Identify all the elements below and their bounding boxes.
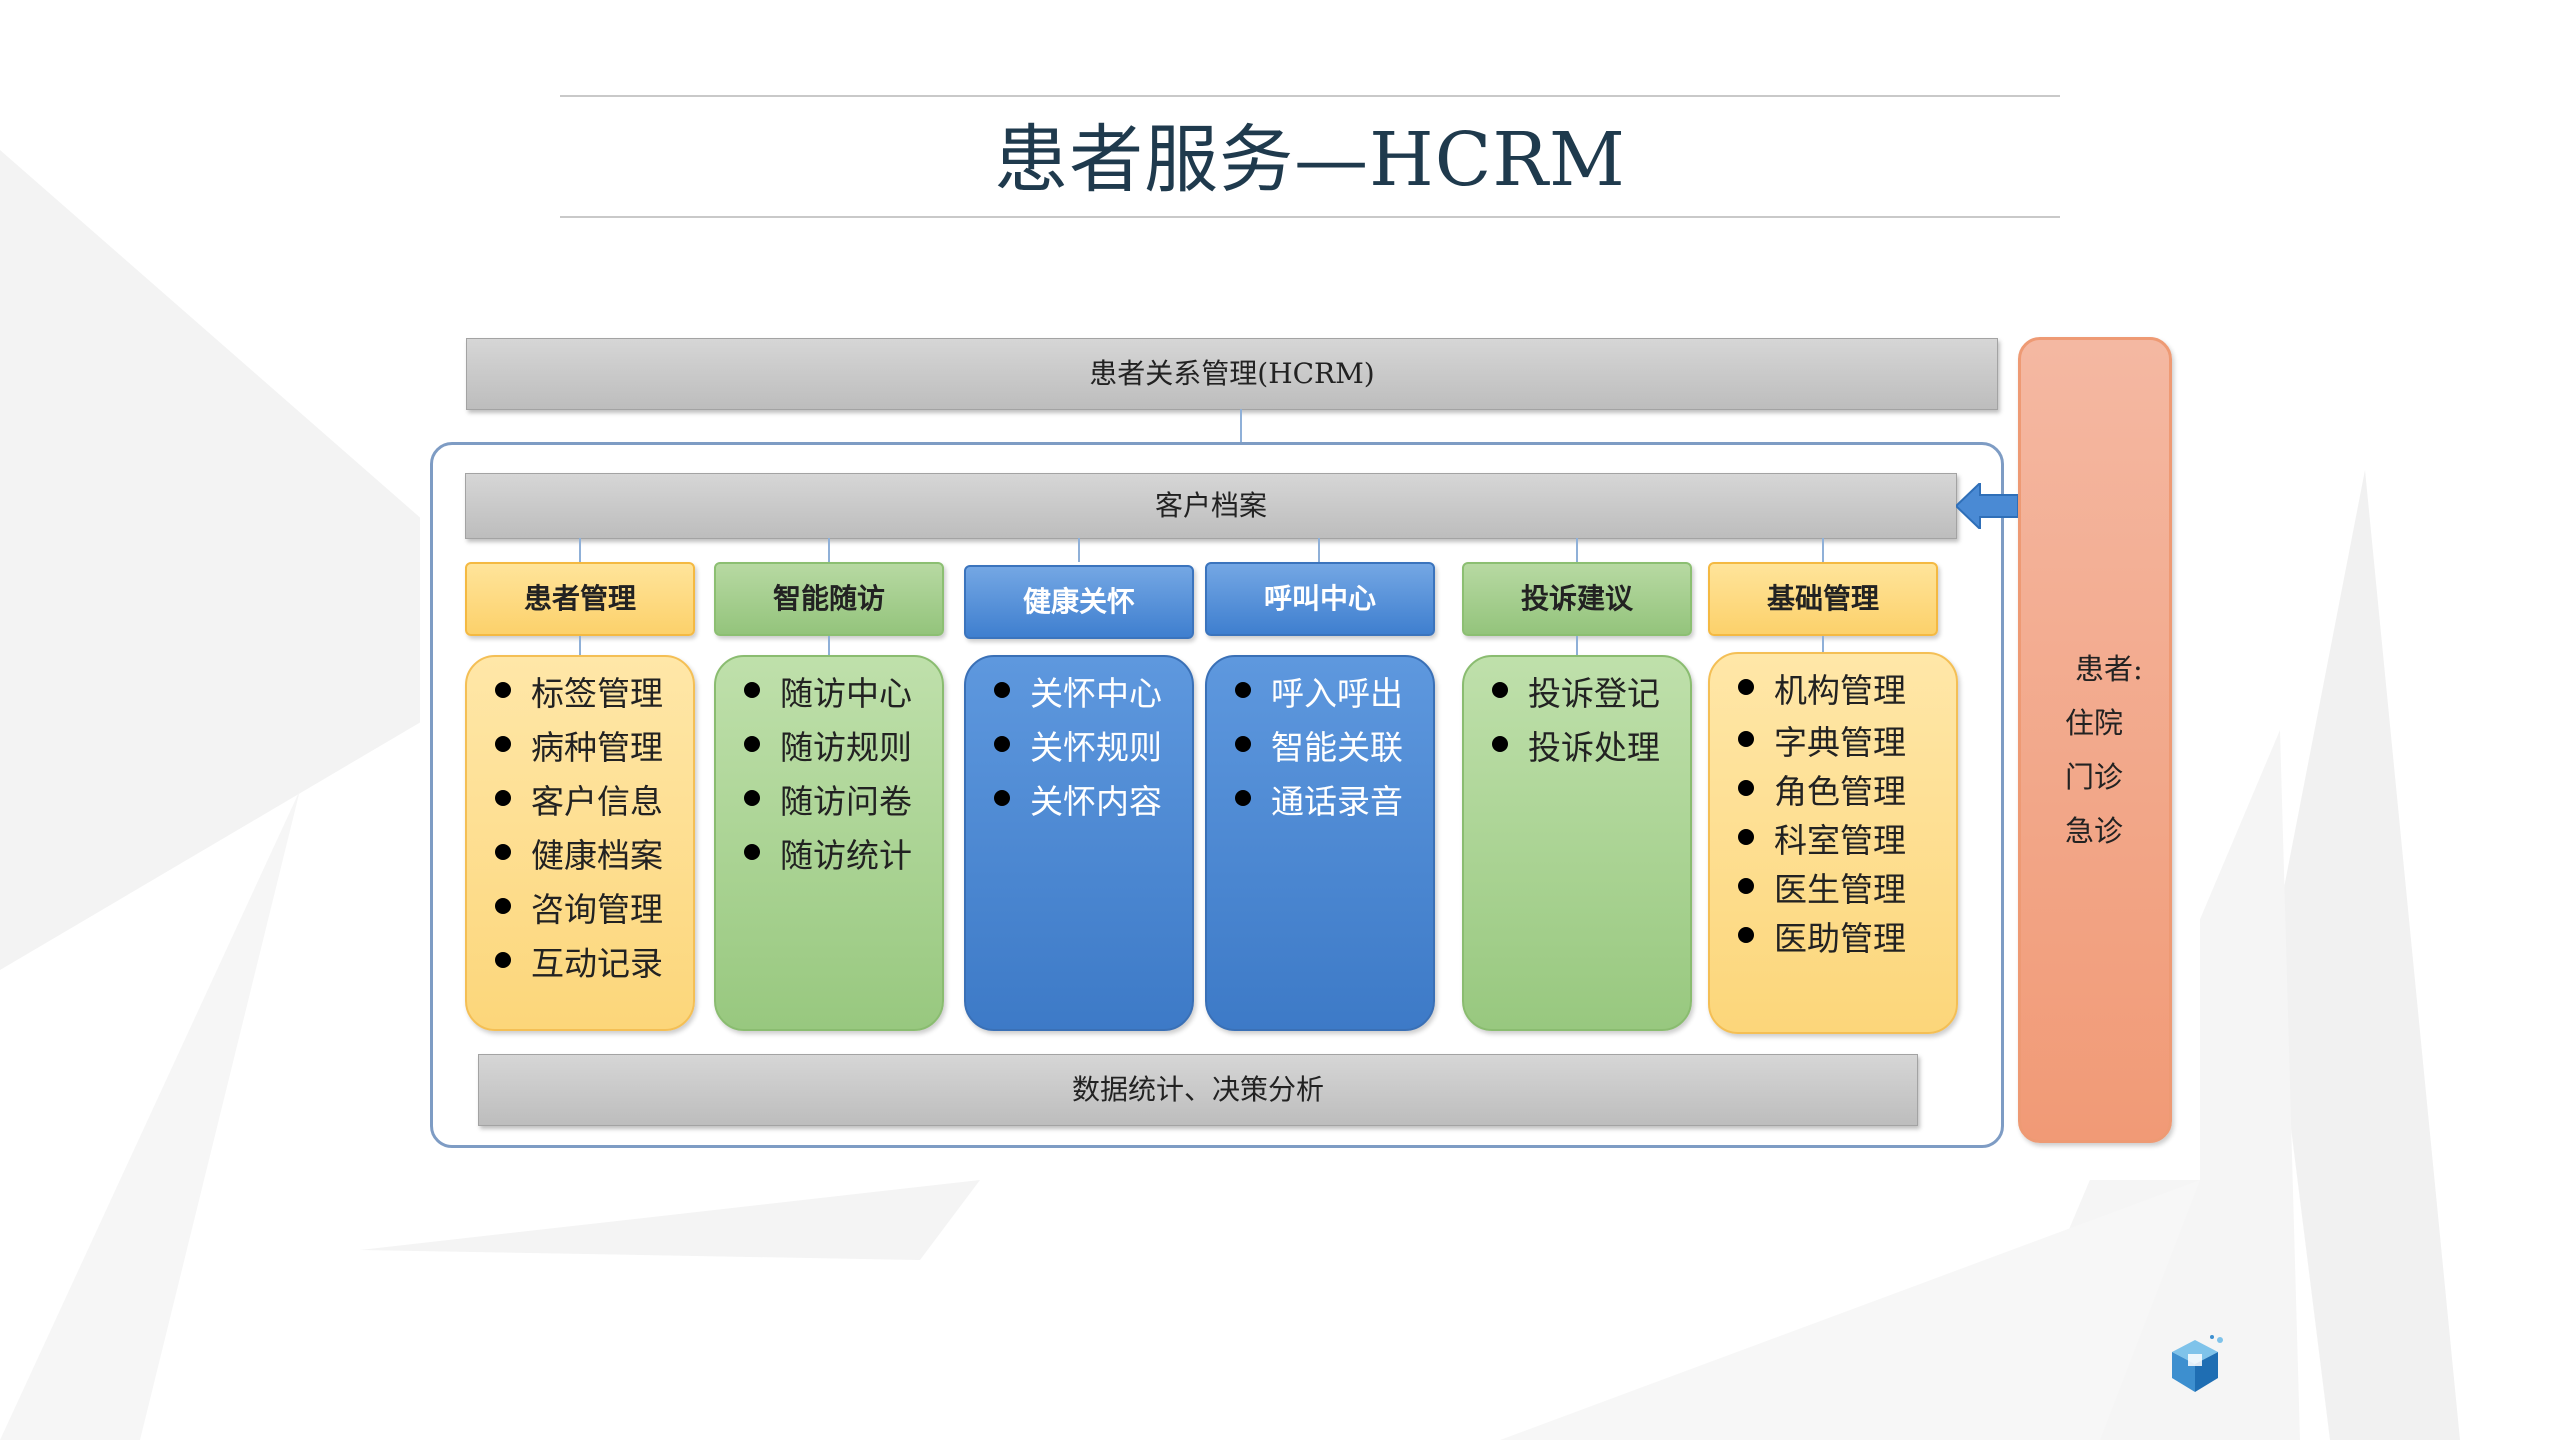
bullet-icon bbox=[495, 736, 511, 752]
column-header-complaints: 投诉建议 bbox=[1462, 562, 1692, 636]
list-item: 医助管理 bbox=[1738, 914, 1956, 963]
column-body-smart-followup: 随访中心 随访规则 随访问卷 随访统计 bbox=[714, 655, 944, 1031]
list-item: 投诉登记 bbox=[1492, 667, 1690, 721]
cube-logo-icon bbox=[2172, 1335, 2223, 1392]
bullet-icon bbox=[495, 952, 511, 968]
patient-type-list: 患者: 住院 门诊 急诊 bbox=[2065, 642, 2143, 858]
bullet-icon bbox=[1235, 736, 1251, 752]
connector-col-2 bbox=[828, 538, 830, 562]
list-item: 随访中心 bbox=[744, 667, 942, 721]
column-header-basic-management: 基础管理 bbox=[1708, 562, 1938, 636]
bullet-icon bbox=[994, 736, 1010, 752]
list-item: 投诉处理 bbox=[1492, 721, 1690, 775]
list-item: 客户信息 bbox=[495, 775, 693, 829]
list-item: 互动记录 bbox=[495, 937, 693, 991]
bullet-icon bbox=[744, 844, 760, 860]
column-body-complaints: 投诉登记 投诉处理 bbox=[1462, 655, 1692, 1031]
connector-col-5 bbox=[1576, 538, 1578, 562]
bullet-icon bbox=[1492, 736, 1508, 752]
bullet-icon bbox=[1492, 682, 1508, 698]
list-item: 咨询管理 bbox=[495, 883, 693, 937]
list-item: 智能关联 bbox=[1235, 721, 1433, 775]
column-header-patient-management: 患者管理 bbox=[465, 562, 695, 636]
connector-col-3 bbox=[1078, 538, 1080, 562]
connector-body-1 bbox=[579, 636, 581, 656]
bullet-icon bbox=[994, 790, 1010, 806]
connector-body-2 bbox=[828, 636, 830, 656]
list-item: 关怀内容 bbox=[994, 775, 1192, 829]
bullet-icon bbox=[1738, 829, 1754, 845]
bullet-icon bbox=[994, 682, 1010, 698]
bullet-icon bbox=[1235, 682, 1251, 698]
patient-type-item: 住院 bbox=[2065, 706, 2124, 740]
column-header-health-care: 健康关怀 bbox=[964, 565, 1194, 639]
list-item: 健康档案 bbox=[495, 829, 693, 883]
column-header-smart-followup: 智能随访 bbox=[714, 562, 944, 636]
patient-type-item: 门诊 bbox=[2065, 760, 2124, 794]
column-body-call-center: 呼入呼出 智能关联 通话录音 bbox=[1205, 655, 1435, 1031]
list-item: 随访规则 bbox=[744, 721, 942, 775]
list-item: 病种管理 bbox=[495, 721, 693, 775]
list-item: 字典管理 bbox=[1738, 718, 1956, 767]
title-bottom-rule bbox=[560, 216, 2060, 218]
column-body-patient-management: 标签管理 病种管理 客户信息 健康档案 咨询管理 互动记录 bbox=[465, 655, 695, 1031]
bullet-icon bbox=[495, 790, 511, 806]
bullet-icon bbox=[744, 790, 760, 806]
left-arrow-icon bbox=[1956, 483, 2018, 529]
patient-type-item: 急诊 bbox=[2065, 814, 2124, 848]
column-header-call-center: 呼叫中心 bbox=[1205, 562, 1435, 636]
title-top-rule bbox=[560, 95, 2060, 97]
bullet-icon bbox=[1738, 679, 1754, 695]
list-item: 随访统计 bbox=[744, 829, 942, 883]
list-item: 随访问卷 bbox=[744, 775, 942, 829]
page-title: 患者服务—HCRM bbox=[994, 117, 1626, 203]
list-item: 关怀中心 bbox=[994, 667, 1192, 721]
list-item: 关怀规则 bbox=[994, 721, 1192, 775]
bullet-icon bbox=[495, 898, 511, 914]
bullet-icon bbox=[1738, 927, 1754, 943]
bullet-icon bbox=[1738, 878, 1754, 894]
connector-body-5 bbox=[1576, 636, 1578, 656]
bullet-icon bbox=[1738, 731, 1754, 747]
list-item: 科室管理 bbox=[1738, 816, 1956, 865]
connector-col-1 bbox=[579, 538, 581, 562]
list-item: 医生管理 bbox=[1738, 865, 1956, 914]
list-item: 呼入呼出 bbox=[1235, 667, 1433, 721]
connector-col-6 bbox=[1822, 538, 1824, 562]
list-item: 通话录音 bbox=[1235, 775, 1433, 829]
column-body-health-care: 关怀中心 关怀规则 关怀内容 bbox=[964, 655, 1194, 1031]
bullet-icon bbox=[495, 682, 511, 698]
bullet-icon bbox=[744, 682, 760, 698]
connector-col-4 bbox=[1318, 538, 1320, 562]
bullet-icon bbox=[1738, 780, 1754, 796]
list-item: 角色管理 bbox=[1738, 767, 1956, 816]
column-body-basic-management: 机构管理 字典管理 角色管理 科室管理 医生管理 医助管理 bbox=[1708, 652, 1958, 1034]
data-analysis-bar: 数据统计、决策分析 bbox=[478, 1054, 1918, 1126]
patient-type-heading: 患者: bbox=[2075, 652, 2143, 686]
bullet-icon bbox=[1235, 790, 1251, 806]
customer-archive-bar: 客户档案 bbox=[465, 473, 1957, 539]
bullet-icon bbox=[744, 736, 760, 752]
bullet-icon bbox=[495, 844, 511, 860]
hcrm-bar: 患者关系管理(HCRM) bbox=[466, 338, 1998, 410]
list-item: 机构管理 bbox=[1738, 664, 1956, 718]
list-item: 标签管理 bbox=[495, 667, 693, 721]
